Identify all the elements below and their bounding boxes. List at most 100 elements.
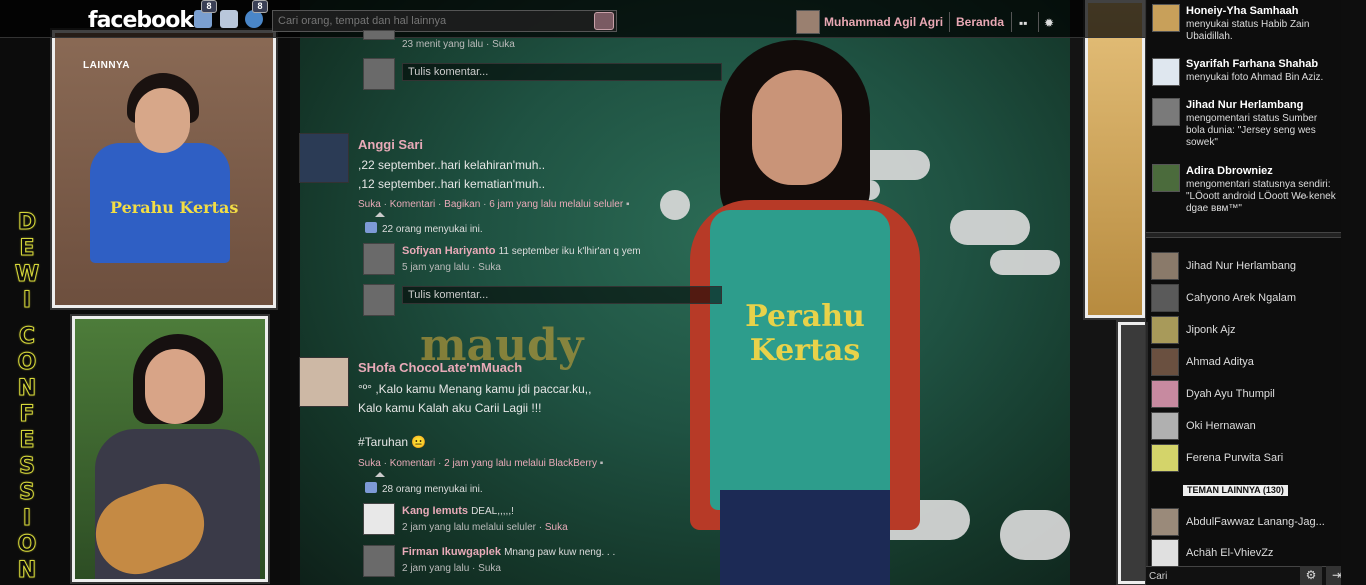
- facebook-logo[interactable]: facebook: [88, 8, 194, 33]
- post-time[interactable]: 6 jam yang lalu melalui seluler: [489, 199, 623, 210]
- avatar[interactable]: [796, 10, 820, 34]
- likes-text[interactable]: 28 orang menyukai ini.: [382, 484, 483, 495]
- share-link[interactable]: Bagikan: [444, 199, 480, 210]
- more-friends-label[interactable]: TEMAN LAINNYA (130): [1183, 485, 1288, 496]
- likes-text[interactable]: 22 orang menyukai ini.: [382, 224, 483, 235]
- chat-friend[interactable]: Oki Hernawan: [1146, 412, 1342, 440]
- like-link[interactable]: Suka: [478, 563, 501, 574]
- jeans: [720, 490, 890, 585]
- post-text: Kalo kamu Kalah aku Carii Lagii !!!: [358, 401, 542, 415]
- comment-time[interactable]: 2 jam yang lalu: [402, 563, 469, 574]
- ticker-name[interactable]: Jihad Nur Herlambang: [1186, 99, 1303, 111]
- search-icon[interactable]: [594, 12, 614, 30]
- chat-friend[interactable]: AbdulFawwaz Lanang-Jag...: [1146, 508, 1342, 536]
- gear-icon[interactable]: ⚙: [1300, 566, 1322, 585]
- chat-friend[interactable]: Dyah Ayu Thumpil: [1146, 380, 1342, 408]
- chat-friend-name: Achäh El-VhievZz: [1186, 547, 1274, 559]
- title-letter: E: [19, 428, 35, 454]
- comment-link[interactable]: Komentari: [390, 199, 436, 210]
- avatar[interactable]: [1152, 58, 1180, 86]
- comment-text: 11 september iku k'lhir'an q yem: [498, 246, 641, 257]
- chat-friend[interactable]: Cahyono Arek Ngalam: [1146, 284, 1342, 312]
- comment-time[interactable]: 5 jam yang lalu: [402, 262, 469, 273]
- home-link[interactable]: Beranda: [956, 15, 1004, 29]
- avatar[interactable]: [299, 133, 349, 183]
- comment-avatar[interactable]: [363, 545, 395, 577]
- title-letter: N: [17, 376, 37, 402]
- right-photo-bottom: [1118, 322, 1148, 584]
- comment-avatar[interactable]: [363, 243, 395, 275]
- post-author[interactable]: Anggi Sari: [358, 137, 423, 152]
- ticker-name[interactable]: Honeiy-Yha Samhaah: [1186, 5, 1298, 17]
- likes-summary[interactable]: 22 orang menyukai ini.: [365, 222, 483, 235]
- comment-author[interactable]: Kang Iemuts: [402, 505, 468, 517]
- title-letter: E: [19, 236, 35, 262]
- comment: Kang Iemuts DEAL,,,,,!: [402, 505, 514, 517]
- likes-summary[interactable]: 28 orang menyukai ini.: [365, 482, 483, 495]
- settings-icon[interactable]: ✹: [1044, 16, 1054, 30]
- comment-avatar[interactable]: [363, 503, 395, 535]
- like-link[interactable]: Suka: [492, 39, 515, 50]
- like-link[interactable]: Suka: [358, 458, 381, 469]
- comment: Sofiyan Hariyanto 11 september iku k'lhi…: [402, 245, 641, 257]
- divider: [1038, 12, 1039, 32]
- like-link[interactable]: Suka: [358, 199, 381, 210]
- caret-icon: [375, 472, 385, 477]
- chat-friend[interactable]: Ahmad Aditya: [1146, 348, 1342, 376]
- comment-link[interactable]: Komentari: [390, 458, 436, 469]
- chat-friend-name: Dyah Ayu Thumpil: [1186, 388, 1275, 400]
- ticker-name[interactable]: Syarifah Farhana Shahab: [1186, 58, 1318, 70]
- title-letter: D: [17, 210, 37, 236]
- title-letter: O: [17, 350, 37, 376]
- messages-icon[interactable]: [220, 10, 238, 28]
- ticker-name[interactable]: Adira Dbrowniez: [1186, 165, 1273, 177]
- comment-time[interactable]: 2 jam yang lalu melalui seluler: [402, 522, 536, 533]
- chat-friend[interactable]: Jihad Nur Herlambang: [1146, 252, 1342, 280]
- title-letter: W: [14, 262, 40, 288]
- search-input[interactable]: [273, 11, 588, 31]
- comment-input[interactable]: Tulis komentar...: [402, 63, 722, 81]
- title-letter: O: [17, 532, 37, 558]
- ticker-text: mengomentari statusnya sendiri: "LÖoott …: [1186, 179, 1336, 214]
- cloud: [1000, 510, 1070, 560]
- comment-input[interactable]: Tulis komentar...: [402, 286, 722, 304]
- post-text: ,22 september..hari kelahiran'muh..: [358, 158, 546, 172]
- audience-icon: ▪: [625, 199, 630, 210]
- avatar[interactable]: [299, 357, 349, 407]
- post-time[interactable]: 2 jam yang lalu melalui BlackBerry: [444, 458, 597, 469]
- comment-avatar[interactable]: [363, 284, 395, 316]
- post-author[interactable]: SHofa ChocoLate'mMuach: [358, 360, 522, 375]
- chat-friend[interactable]: Jiponk Ajz: [1146, 316, 1342, 344]
- comment-time[interactable]: 23 menit yang lalu: [402, 39, 483, 50]
- user-name-link[interactable]: Muhammad Agil Agri: [824, 15, 943, 29]
- notifications-badge: 8: [252, 0, 268, 13]
- like-link[interactable]: Suka: [478, 262, 501, 273]
- avatar[interactable]: [1152, 164, 1180, 192]
- avatar: [1151, 316, 1179, 344]
- comment-author[interactable]: Firman Ikuwgaplek: [402, 546, 501, 558]
- chat-friend-name: Ferena Purwita Sari: [1186, 452, 1284, 464]
- chat-friend-name: AbdulFawwaz Lanang-Jag...: [1186, 516, 1325, 528]
- lainnya-label[interactable]: LAINNYA: [83, 60, 130, 71]
- cloud: [950, 210, 1030, 245]
- avatar: [1151, 284, 1179, 312]
- comment-avatar[interactable]: [363, 58, 395, 90]
- post-hashtag[interactable]: #Taruhan 😐: [358, 435, 426, 449]
- chat-friend-name: Jihad Nur Herlambang: [1186, 260, 1297, 272]
- chat-friend-name: Ahmad Aditya: [1186, 356, 1254, 368]
- privacy-icon[interactable]: ▪▪: [1019, 16, 1028, 30]
- avatar[interactable]: [1152, 4, 1180, 32]
- background-girl-figure: Perahu Kertas: [680, 40, 940, 585]
- chat-friend[interactable]: Achäh El-VhievZz: [1146, 539, 1342, 567]
- shirt-text: Perahu Kertas: [745, 299, 865, 368]
- chat-search-label[interactable]: Cari: [1149, 571, 1167, 582]
- chat-friend-name: Jiponk Ajz: [1186, 324, 1236, 336]
- comment-avatar[interactable]: [363, 30, 395, 40]
- chat-friend[interactable]: Ferena Purwita Sari: [1146, 444, 1342, 472]
- chat-friend-name: Oki Hernawan: [1186, 420, 1256, 432]
- ticker-resize-handle[interactable]: [1146, 232, 1342, 238]
- avatar[interactable]: [1152, 98, 1180, 126]
- ticker-text: menyukai status Habib Zain Ubaidillah.: [1186, 19, 1310, 42]
- like-link[interactable]: Suka: [545, 522, 568, 533]
- comment-author[interactable]: Sofiyan Hariyanto: [402, 245, 496, 257]
